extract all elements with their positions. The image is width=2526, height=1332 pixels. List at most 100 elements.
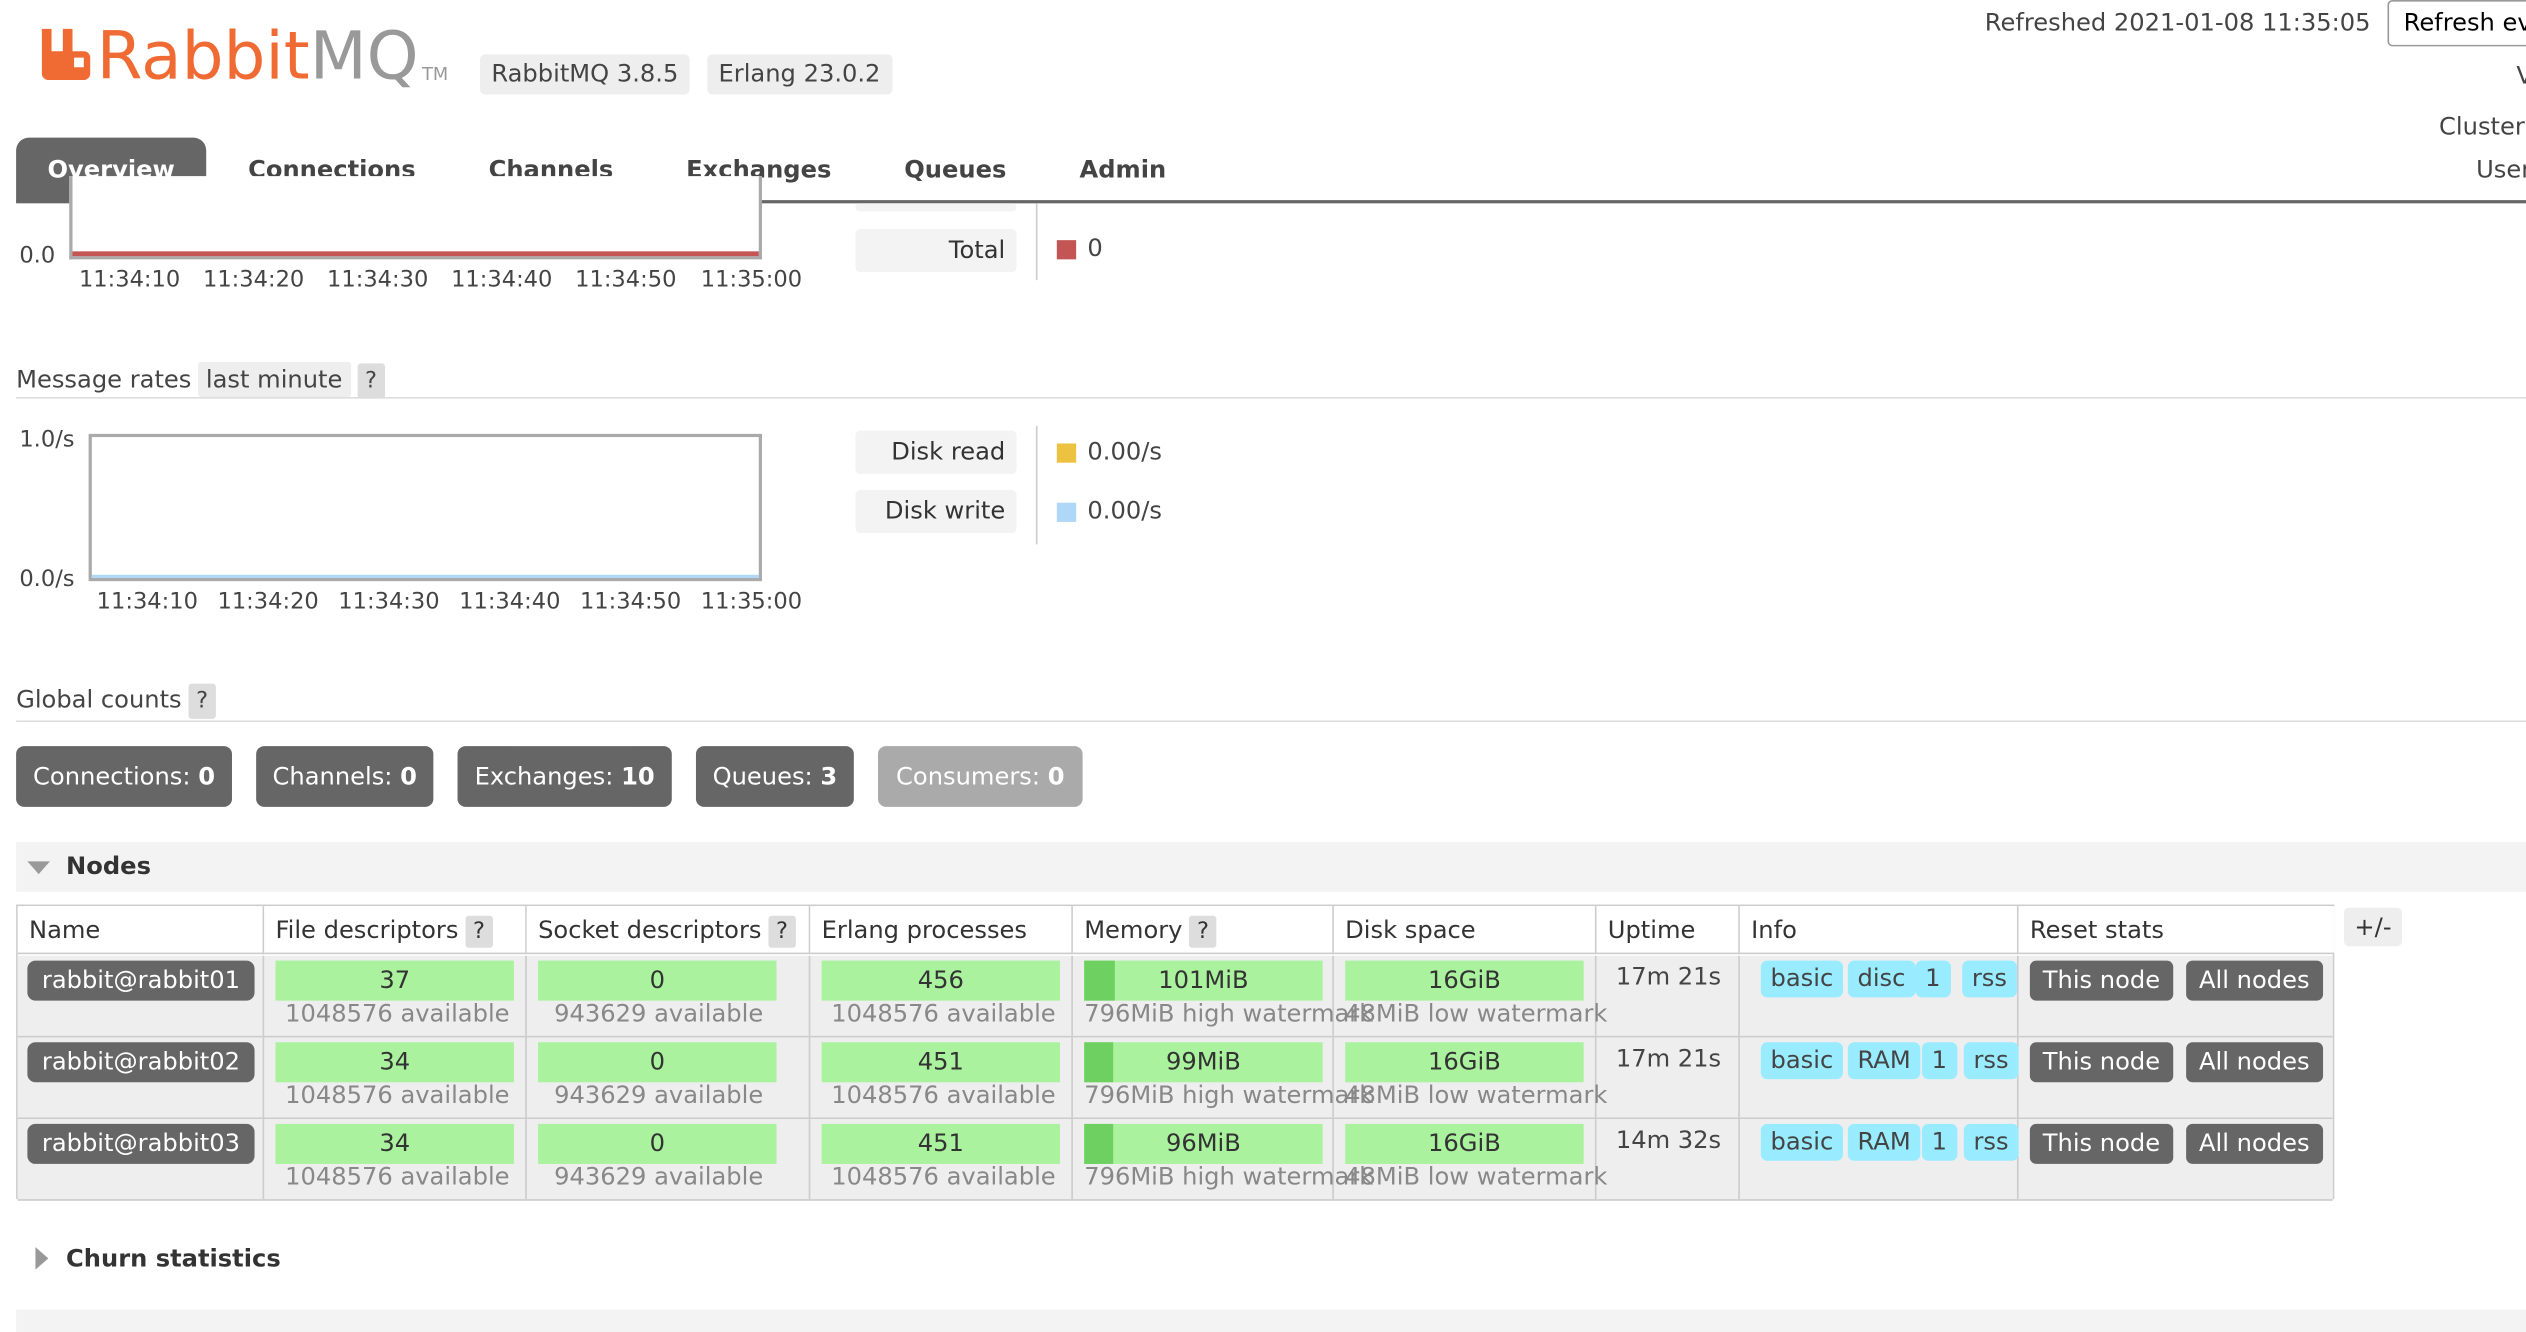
global-counts-title: Global counts? [16,683,217,719]
file-descriptors-bar: 37 [275,960,514,1001]
user-label: User [2476,155,2526,185]
file-descriptors-available: 1048576 available [285,999,510,1028]
rates-chart-y-max: 1.0/s [19,427,75,454]
rates-chart-y-min: 0.0/s [19,566,75,593]
queues-count-button[interactable]: Queues: 3 [695,746,854,807]
message-rates-help-icon[interactable]: ? [356,363,385,399]
nodes-title: Nodes [66,851,151,881]
legend-swatch-disk-write [1056,502,1077,522]
next-section-header [16,1309,2526,1332]
collapse-triangle-icon[interactable] [27,861,50,875]
memory-bar: 101MiB [1084,960,1323,1001]
global-counts-rule [16,720,2526,723]
memory-bar: 96MiB [1084,1123,1323,1164]
connections-count-button[interactable]: Connections: 0 [16,746,232,807]
channels-count-button[interactable]: Channels: 0 [256,746,434,807]
disk-low-watermark: 48MiB low watermark [1345,1162,1608,1192]
toggle-columns-button[interactable]: +/- [2344,907,2403,947]
column-header-info: Info [1739,906,2019,955]
legend-divider [1035,425,1038,545]
info-badge: 1 [1921,1042,1957,1080]
consumers-count-button[interactable]: Consumers: 0 [877,746,1083,807]
node-name-link[interactable]: rabbit@rabbit02 [27,1042,255,1083]
rabbitmq-overview-page: RabbitMQ TM RabbitMQ 3.8.5 Erlang 23.0.2… [0,0,2526,1332]
tab-admin[interactable]: Admin [1073,138,1173,202]
message-rates-chart [88,433,763,582]
reset-this-node-button[interactable]: This node [2029,1123,2174,1164]
global-counts-help-icon[interactable]: ? [188,683,217,719]
erlang-version-badge: Erlang 23.0.2 [707,54,892,95]
exchanges-count-button[interactable]: Exchanges: 10 [457,746,672,807]
column-header-reset-stats: Reset stats [2018,906,2335,955]
rabbitmq-version-badge: RabbitMQ 3.8.5 [480,54,690,95]
disk-space-bar: 16GiB [1345,960,1584,1001]
reset-all-nodes-button[interactable]: All nodes [2186,1042,2323,1083]
legend-value-disk-write: 0.00/s [1087,496,1162,526]
reset-this-node-button[interactable]: This node [2029,960,2174,1001]
memory-bar-fill [1084,1123,1114,1164]
reset-this-node-button[interactable]: This node [2029,1042,2174,1083]
file-descriptors-help-icon[interactable]: ? [464,915,493,948]
rates-chart-x-tick: 11:34:10 [96,589,198,615]
disk-space-bar: 16GiB [1345,1123,1584,1164]
file-descriptors-available: 1048576 available [285,1162,510,1192]
top-chart-y-min: 0.0 [19,243,56,269]
memory-help-icon[interactable]: ? [1188,915,1218,948]
legend-swatch-total [1056,240,1077,260]
disk-space-bar: 16GiB [1345,1042,1584,1083]
top-chart-x-tick: 11:34:10 [78,267,181,293]
expand-triangle-icon[interactable] [35,1247,49,1270]
legend-value-disk-read: 0.00/s [1087,437,1162,466]
info-badge: basic [1760,1042,1843,1080]
column-header-name: Name [17,906,265,955]
rates-chart-x-tick: 11:34:20 [217,589,319,615]
erlang-processes-bar: 456 [821,960,1061,1001]
memory-bar: 99MiB [1084,1042,1323,1083]
top-chart-x-tick: 11:34:20 [202,267,305,293]
reset-all-nodes-button[interactable]: All nodes [2186,960,2323,1001]
table-row: rabbit@rabbit02 34 1048576 available 0 94362… [17,1037,2333,1120]
legend-swatch-disk-read [1056,443,1077,463]
memory-bar-fill [1084,1042,1114,1083]
nodes-section-header[interactable] [16,842,2526,892]
column-header-erlang-processes: Erlang processes [810,906,1073,955]
node-name-link[interactable]: rabbit@rabbit01 [27,960,255,1001]
erlang-processes-bar: 451 [821,1042,1061,1083]
info-badge: rss [1963,1123,2019,1161]
socket-descriptors-bar: 0 [538,1042,777,1083]
refresh-interval-select[interactable]: Refresh every [2387,0,2526,47]
table-row: rabbit@rabbit01 37 1048576 available 0 94362… [17,955,2333,1038]
top-chart-x-tick: 11:34:30 [327,267,429,293]
erlang-processes-available: 1048576 available [831,1162,1056,1192]
node-name-link[interactable]: rabbit@rabbit03 [27,1123,255,1164]
column-header-disk-space: Disk space [1333,906,1597,955]
socket-descriptors-available: 943629 available [554,1162,764,1192]
tab-queues[interactable]: Queues [896,138,1015,202]
rate-period-select[interactable]: last minute [197,361,351,398]
rates-chart-x-tick: 11:35:00 [700,589,803,615]
legend-label-total: Total [855,228,1017,273]
info-badge: basic [1760,1123,1843,1161]
legend-label-disk-read: Disk read [855,430,1017,474]
socket-descriptors-bar: 0 [538,1123,777,1164]
info-badge: rss [1962,960,2017,998]
total-series-line [72,251,759,257]
socket-descriptors-help-icon[interactable]: ? [767,915,797,948]
erlang-processes-bar: 451 [821,1123,1061,1164]
reset-all-nodes-button[interactable]: All nodes [2186,1123,2323,1164]
file-descriptors-available: 1048576 available [285,1080,510,1110]
rates-chart-x-tick: 11:34:40 [459,589,561,615]
memory-high-watermark: 796MiB high watermark [1084,1162,1374,1192]
column-header-memory: Memory? [1072,906,1334,955]
queued-messages-chart [69,176,763,260]
info-badge: 1 [1921,1123,1957,1161]
nodes-table: Name File descriptors? Socket descriptor… [16,904,2335,1201]
info-badge: basic [1760,960,1843,998]
legend-label-hidden [855,203,1017,212]
socket-descriptors-bar: 0 [538,960,777,1001]
file-descriptors-bar: 34 [275,1042,514,1083]
churn-statistics-title[interactable]: Churn statistics [66,1244,281,1273]
memory-bar-fill [1084,960,1115,1001]
message-rates-rule [16,397,2526,399]
cluster-label: Cluster [2439,112,2525,141]
